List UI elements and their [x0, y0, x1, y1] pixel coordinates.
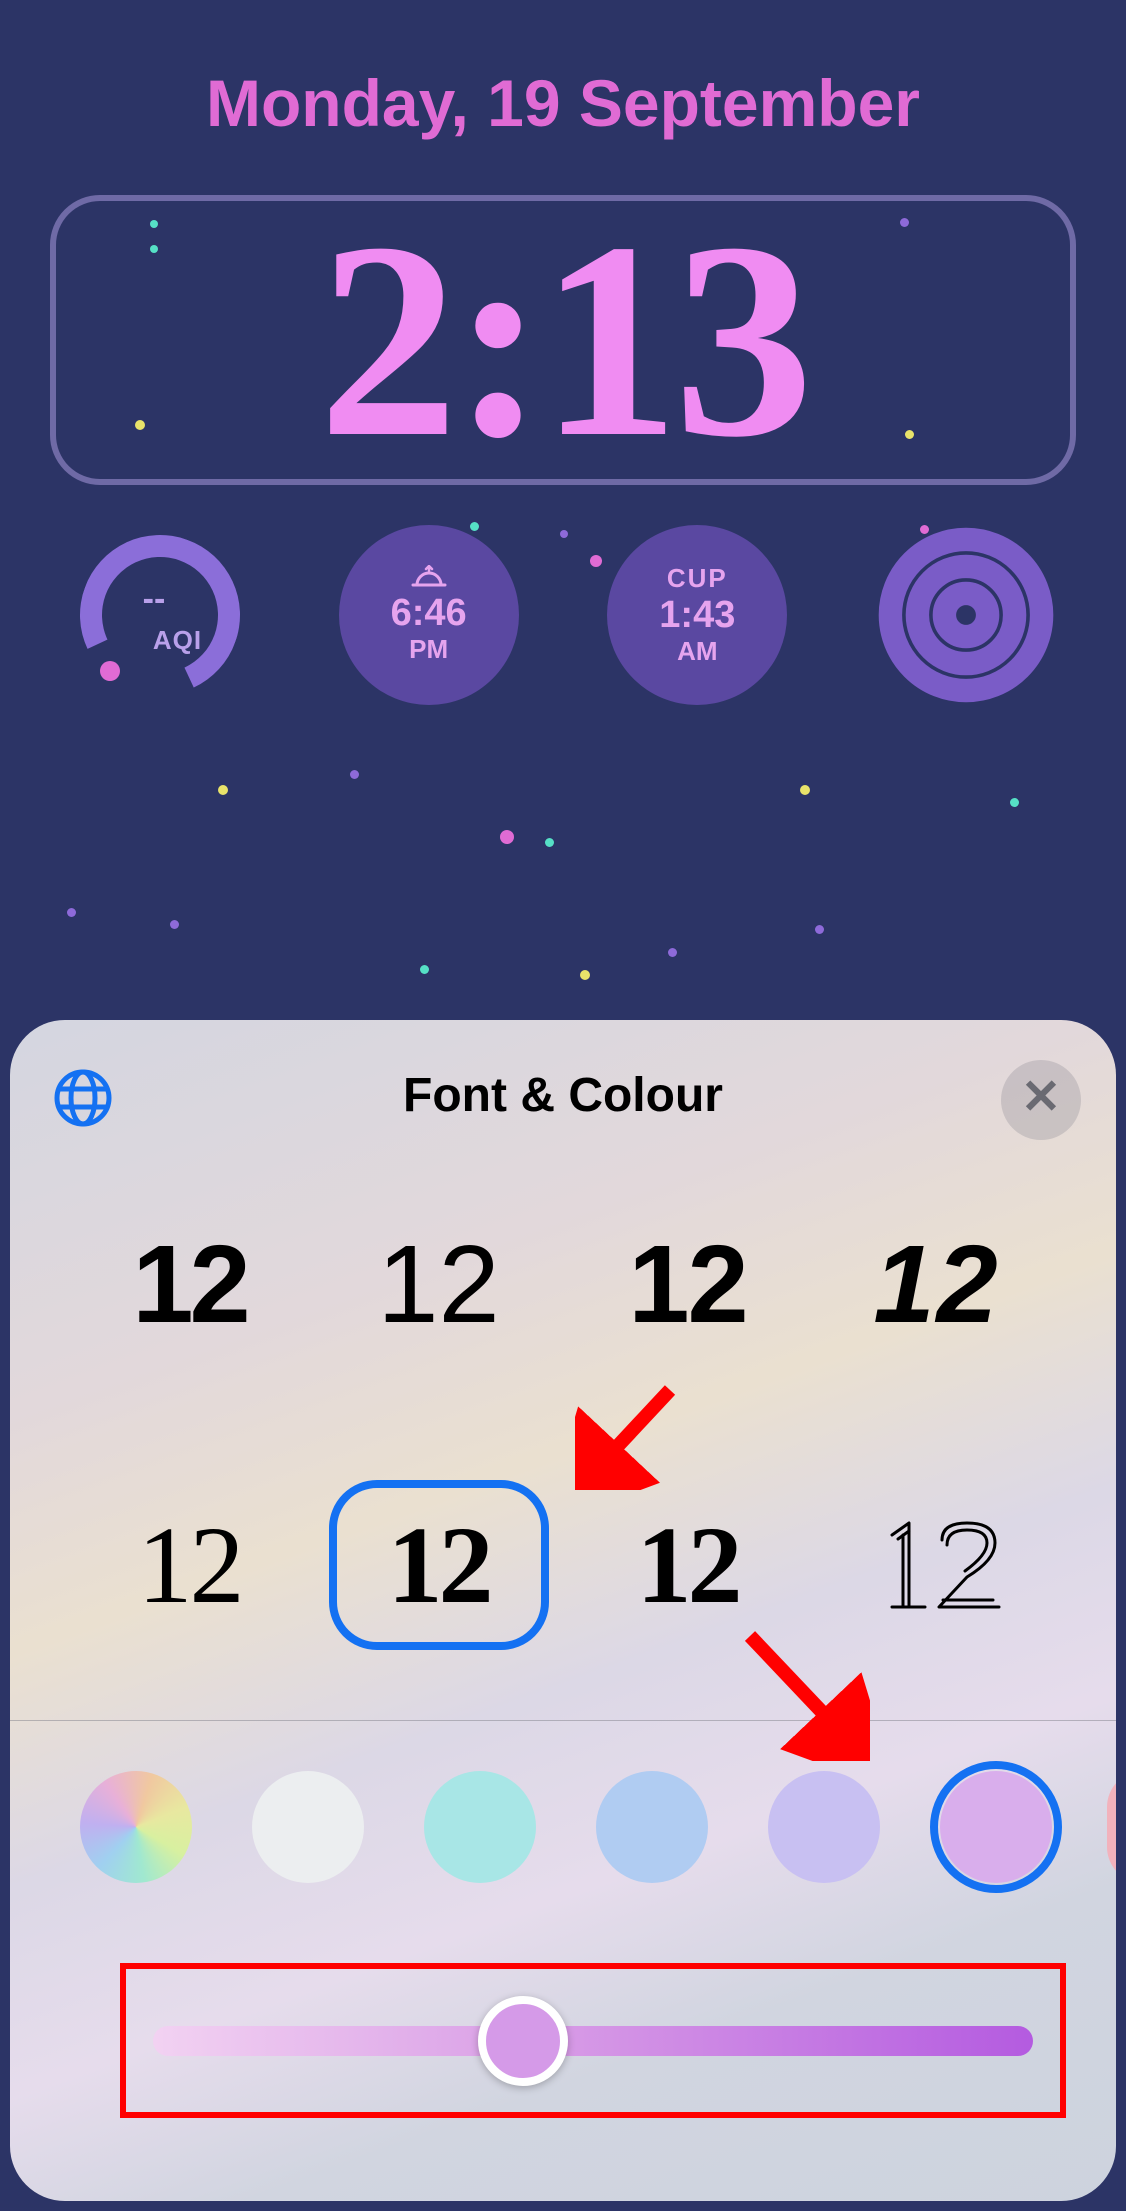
sunset-period: PM	[409, 634, 448, 665]
color-section	[10, 1720, 1116, 2118]
color-pink[interactable]	[1102, 1761, 1116, 1893]
outline-12-icon	[867, 1515, 1007, 1615]
font-grid: 12 12 12 12 12 12 12	[10, 1170, 1116, 1720]
language-button[interactable]	[45, 1060, 120, 1135]
font-option-6-selected[interactable]: 12	[329, 1480, 549, 1650]
font-option-4[interactable]: 12	[827, 1200, 1047, 1370]
color-slider[interactable]	[153, 2026, 1033, 2056]
aqi-label: AQI	[105, 625, 250, 656]
annotation-arrow-color	[730, 1621, 870, 1761]
sunset-widget[interactable]: 6:46 PM	[339, 525, 519, 705]
lock-screen-date: Monday, 19 September	[0, 65, 1126, 141]
annotation-slider-highlight	[120, 1963, 1066, 2118]
font-option-2[interactable]: 12	[329, 1200, 549, 1370]
color-white[interactable]	[242, 1761, 374, 1893]
panel-title: Font & Colour	[403, 1068, 723, 1123]
color-slider-thumb[interactable]	[478, 1996, 568, 2086]
font-option-3[interactable]: 12	[578, 1200, 798, 1370]
activity-rings-icon	[876, 525, 1056, 705]
close-button[interactable]: ✕	[1001, 1060, 1081, 1140]
clock-time: 2:13	[318, 200, 807, 480]
color-swatch-row[interactable]	[70, 1761, 1116, 1893]
annotation-arrow-font	[575, 1380, 685, 1490]
aqi-widget[interactable]: -- AQI	[70, 525, 250, 705]
close-icon: ✕	[1021, 1074, 1061, 1122]
sunset-time: 6:46	[391, 594, 467, 632]
color-mint[interactable]	[414, 1761, 546, 1893]
world-clock-time: 1:43	[659, 596, 735, 634]
font-option-1[interactable]: 12	[80, 1200, 300, 1370]
font-option-5[interactable]: 12	[80, 1480, 300, 1650]
color-lavender[interactable]	[758, 1761, 890, 1893]
aqi-value: --	[70, 580, 238, 619]
world-clock-city: CUP	[667, 563, 728, 594]
world-clock-widget[interactable]: CUP 1:43 AM	[607, 525, 787, 705]
color-rainbow[interactable]	[70, 1761, 202, 1893]
sunset-icon	[409, 565, 449, 594]
color-sky[interactable]	[586, 1761, 718, 1893]
font-colour-panel: Font & Colour ✕ 12 12 12 12 12 12 12	[10, 1020, 1116, 2201]
color-violet-selected[interactable]	[930, 1761, 1062, 1893]
world-clock-period: AM	[677, 636, 717, 667]
globe-icon	[53, 1068, 113, 1128]
clock-container[interactable]: 2:13	[50, 195, 1076, 485]
activity-rings-widget[interactable]	[876, 525, 1056, 705]
widgets-row: -- AQI 6:46 PM CUP 1:43 AM	[70, 525, 1056, 705]
